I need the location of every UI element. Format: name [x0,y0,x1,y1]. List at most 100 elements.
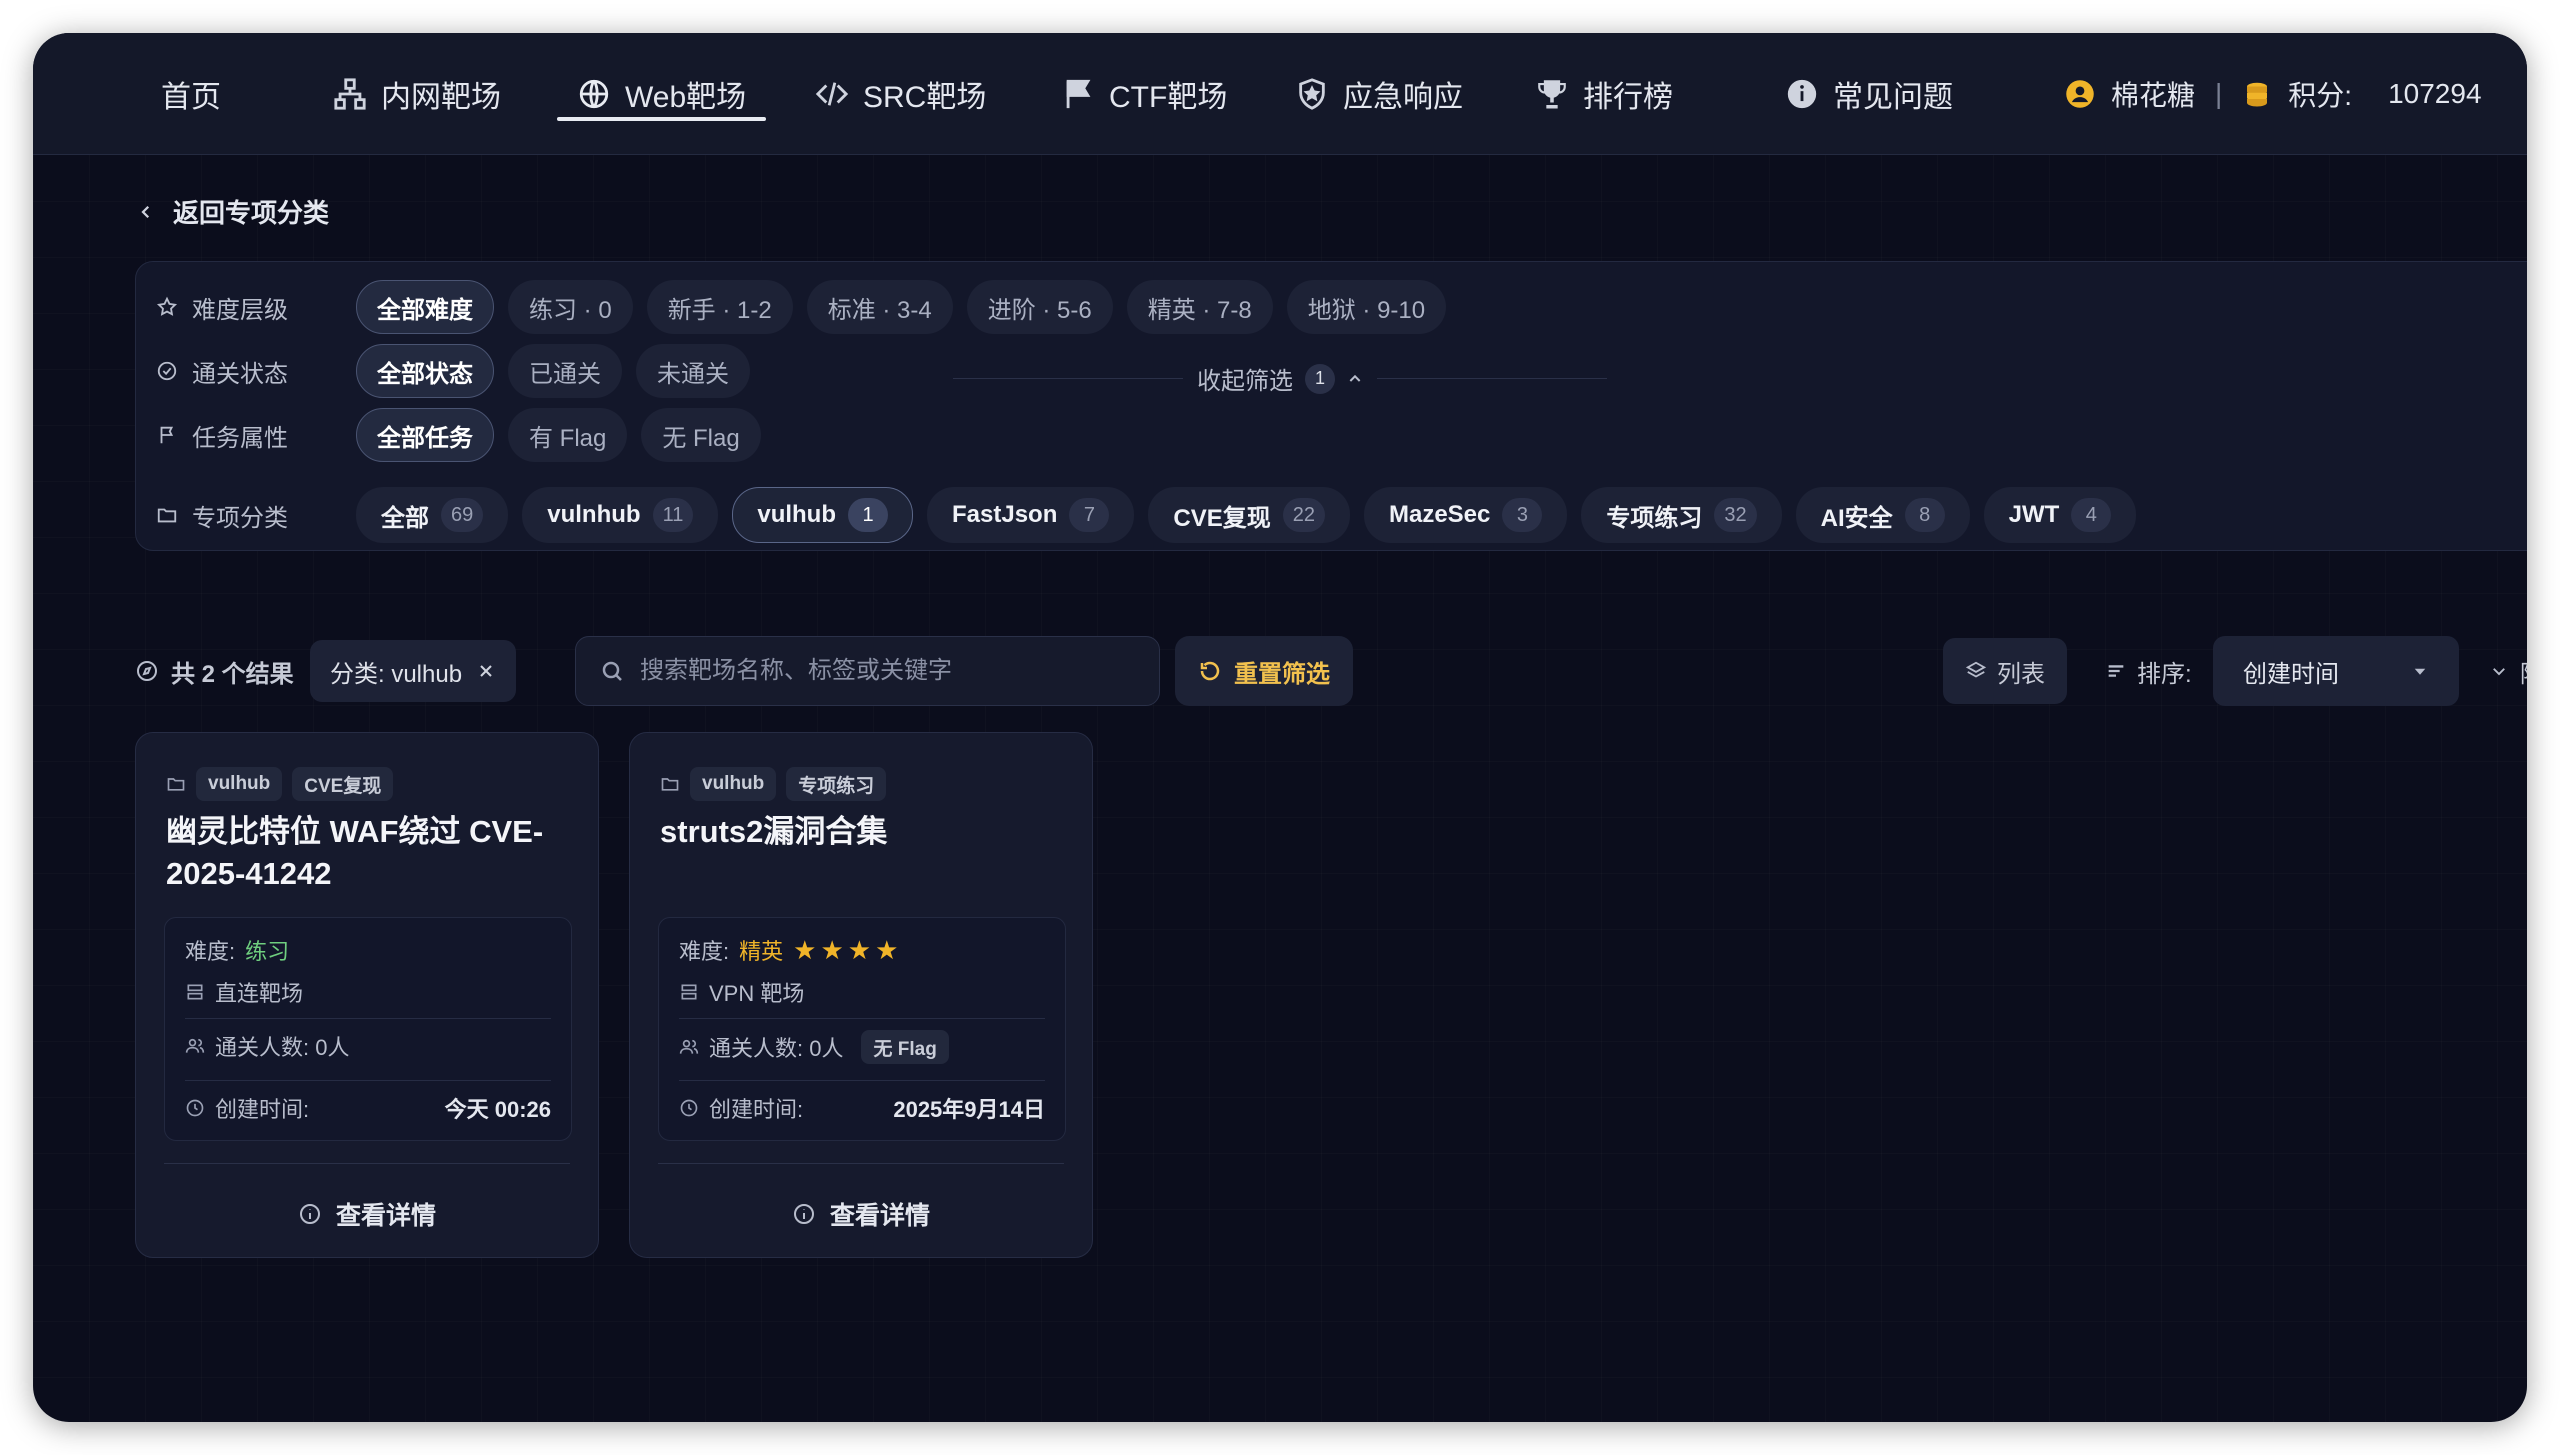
card-info: 难度: 精英 ★★★★ VPN 靶场 通关人数: 0人 无 Flag 创建时间: [658,917,1066,1141]
divider [679,1018,1045,1019]
compass-icon [137,661,157,681]
chip-category-jwt[interactable]: JWT 4 [1983,487,2137,543]
nav-faq[interactable]: 常见问题 [1785,33,1953,155]
count-badge: 8 [1904,498,1945,532]
difficulty-row: 难度: 练习 [185,934,551,966]
card-tag[interactable]: vulhub [196,767,283,801]
count-badge: 32 [1714,498,1757,532]
nav-ctf[interactable]: CTF靶场 [1061,33,1227,155]
code-icon [815,82,849,106]
chip-category-cve[interactable]: CVE复现 22 [1148,487,1350,543]
chevron-up-icon [1349,374,1361,382]
caret-down-icon [2414,668,2426,675]
chevron-down-icon [2493,668,2505,676]
created-row: 创建时间: 今天 00:26 [185,1092,551,1124]
chip-difficulty-practice[interactable]: 练习 · 0 [508,280,633,334]
chip-category-ai[interactable]: AI安全 8 [1795,487,1970,543]
chip-task-all[interactable]: 全部任务 [356,408,494,462]
nav-label: 排行榜 [1583,81,1673,114]
view-detail-button[interactable]: 查看详情 [136,1189,598,1239]
chip-task-with-flag[interactable]: 有 Flag [508,408,628,462]
info-icon [1787,79,1817,109]
filter-label: 难度层级 [156,290,356,325]
search-icon [602,661,622,681]
card-title[interactable]: 幽灵比特位 WAF绕过 CVE-2025-41242 [166,811,576,895]
server-icon [681,984,697,1000]
created-value: 2025年9月14日 [893,1097,1045,1122]
nav-intranet[interactable]: 内网靶场 [333,33,501,155]
layers-icon [1965,661,1987,678]
chip-difficulty-advanced[interactable]: 进阶 · 5-6 [966,280,1113,334]
nav-label: CTF靶场 [1109,81,1228,114]
view-list-button[interactable]: 列表 [1943,638,2067,704]
globe-icon [579,79,609,109]
difficulty-value: 练习 [245,939,290,964]
nav-web[interactable]: Web靶场 [556,33,767,155]
folder-icon [167,778,185,791]
filter-panel: 难度层级 全部难度 练习 · 0 新手 · 1-2 标准 · 3-4 进阶 · … [135,261,2527,551]
app-window: 首页 内网靶场 Web靶场 SRC靶场 CTF靶场 应急响应 排行榜 常见问题 [33,33,2527,1422]
card-tag[interactable]: 专项练习 [786,767,887,801]
count-badge: 11 [652,498,694,532]
trophy-icon [1538,80,1566,109]
card-tag[interactable]: vulhub [690,767,777,801]
order-toggle[interactable]: 降序 [2490,636,2527,706]
view-detail-button[interactable]: 查看详情 [630,1189,1092,1239]
chip-category-vulnhub[interactable]: vulnhub 11 [522,487,719,543]
chip-category-practice[interactable]: 专项练习 32 [1581,487,1782,543]
chip-difficulty-elite[interactable]: 精英 · 7-8 [1126,280,1273,334]
divider [164,1163,570,1164]
chip-difficulty-standard[interactable]: 标准 · 3-4 [806,280,953,334]
card-info: 难度: 练习 直连靶场 通关人数: 0人 创建时间: 今天 00:26 [164,917,572,1141]
chip-category-mazesec[interactable]: MazeSec 3 [1363,487,1568,543]
close-icon[interactable] [476,661,496,681]
chip-difficulty-novice[interactable]: 新手 · 1-2 [646,280,793,334]
chip-difficulty-hell[interactable]: 地狱 · 9-10 [1286,280,1447,334]
filter-row-difficulty: 难度层级 全部难度 练习 · 0 新手 · 1-2 标准 · 3-4 进阶 · … [156,280,1447,334]
chip-category-fastjson[interactable]: FastJson 7 [927,487,1135,543]
created-row: 创建时间: 2025年9月14日 [679,1092,1045,1124]
users-icon [679,1039,699,1054]
filter-row-task: 任务属性 全部任务 有 Flag 无 Flag [156,408,761,462]
card-title[interactable]: struts2漏洞合集 [660,811,1070,853]
active-filter-tag: 分类: vulhub [310,640,517,702]
clock-icon [186,1099,204,1117]
nav-src[interactable]: SRC靶场 [815,33,986,155]
nav-label: SRC靶场 [863,81,987,114]
user-info[interactable]: 棉花糖 | 积分: 107294 [2065,33,2482,155]
result-count: 共 2 个结果 [135,636,294,706]
sort-select[interactable]: 创建时间 [2213,636,2459,706]
search-input[interactable] [640,657,1140,685]
sort-label: 排序: [2105,636,2192,706]
flag-outline-icon [160,426,174,444]
card-tag[interactable]: CVE复现 [292,767,394,801]
count-badge: 22 [1282,498,1325,532]
count-badge: 7 [1069,498,1110,532]
user-avatar-icon [2066,80,2094,108]
count-badge: 3 [1502,498,1543,532]
difficulty-stars: ★★★★ [793,934,903,965]
chip-task-no-flag[interactable]: 无 Flag [641,408,761,462]
info-outline-icon [299,1204,320,1224]
star-outline-icon [156,296,178,316]
divider [658,1163,1064,1164]
points-value: 107294 [2388,78,2482,109]
type-row: VPN 靶场 [679,976,1045,1008]
nav-label: 内网靶场 [381,81,501,114]
divider-line [1377,378,1607,379]
back-link[interactable]: 返回专项分类 [137,193,329,230]
collapse-filter-row: 收起筛选 1 [33,361,2527,396]
back-label: 返回专项分类 [173,198,330,228]
points-label: 积分: [2288,80,2353,111]
divider [679,1080,1045,1081]
nav-home[interactable]: 首页 [161,33,221,155]
collapse-filter-button[interactable]: 收起筛选 1 [1197,361,1363,396]
chip-category-vulhub[interactable]: vulhub 1 [732,487,913,543]
nav-emergency[interactable]: 应急响应 [1295,33,1463,155]
nav-leaderboard[interactable]: 排行榜 [1535,33,1673,155]
network-icon [334,78,366,110]
reset-filter-button[interactable]: 重置筛选 [1175,636,1353,706]
chip-category-all[interactable]: 全部 69 [356,487,509,543]
top-nav: 首页 内网靶场 Web靶场 SRC靶场 CTF靶场 应急响应 排行榜 常见问题 [33,33,2527,155]
chip-difficulty-all[interactable]: 全部难度 [356,280,494,334]
